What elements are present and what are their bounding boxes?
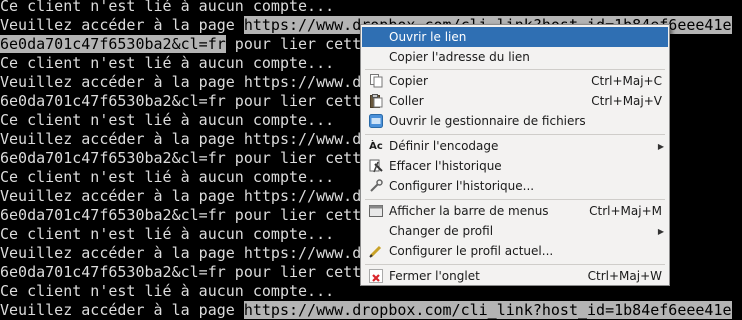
- menu-item-label: Afficher la barre de menus: [389, 204, 549, 218]
- menu-separator: [365, 199, 665, 200]
- menu-item-shortcut: Ctrl+Maj+M: [589, 204, 662, 218]
- menu-item-label: Copier: [389, 74, 428, 88]
- encoding-icon: Àc: [369, 140, 383, 152]
- menu-item-label: Fermer l'onglet: [389, 269, 480, 283]
- configure-profile-icon: [369, 244, 383, 258]
- file-manager-icon: [369, 114, 383, 128]
- menu-item-open-file-manager[interactable]: Ouvrir le gestionnaire de fichiers: [362, 111, 668, 131]
- menu-item-copy[interactable]: Copier Ctrl+Maj+C: [362, 71, 668, 91]
- menu-item-copy-link-address[interactable]: Copier l'adresse du lien: [362, 47, 668, 67]
- menu-item-label: Définir l'encodage: [389, 139, 499, 153]
- line-text: Veuillez accéder à la page: [0, 16, 244, 34]
- menu-item-label: Configurer l'historique...: [389, 179, 535, 193]
- menu-separator: [365, 264, 665, 265]
- context-menu: Ouvrir le lien Copier l'adresse du lien …: [360, 24, 670, 286]
- terminal-line: Ce client n'est lié à aucun compte...: [0, 0, 335, 15]
- menu-separator: [365, 134, 665, 135]
- line-text: pour lier cett: [225, 35, 362, 53]
- menu-item-switch-profile[interactable]: Changer de profil ▶: [362, 221, 668, 241]
- menu-item-configure-history[interactable]: Configurer l'historique...: [362, 176, 668, 196]
- hovered-link[interactable]: 6e0da701c47f6530ba2&cl=fr: [0, 35, 226, 53]
- menu-item-show-menubar[interactable]: Afficher la barre de menus Ctrl+Maj+M: [362, 201, 668, 221]
- submenu-arrow-icon: ▶: [657, 141, 664, 151]
- clear-history-icon: [369, 159, 383, 173]
- submenu-arrow-icon: ▶: [657, 226, 664, 236]
- paste-icon: [369, 94, 383, 108]
- menubar-icon: [369, 204, 383, 218]
- menu-item-shortcut: Ctrl+Maj+C: [591, 74, 662, 88]
- menu-separator: [365, 69, 665, 70]
- menu-item-set-encoding[interactable]: Àc Définir l'encodage ▶: [362, 136, 668, 156]
- menu-item-label: Copier l'adresse du lien: [389, 50, 530, 64]
- menu-item-label: Changer de profil: [389, 224, 494, 238]
- menu-item-shortcut: Ctrl+Maj+W: [587, 269, 662, 283]
- hovered-link[interactable]: https://www.dropbox.com/cli_link?host_id…: [243, 301, 732, 319]
- menu-item-open-link[interactable]: Ouvrir le lien: [362, 27, 668, 47]
- menu-item-label: Configurer le profil actuel...: [389, 244, 554, 258]
- configure-history-icon: [369, 179, 383, 193]
- menu-item-label: Ouvrir le gestionnaire de fichiers: [389, 114, 586, 128]
- menu-item-shortcut: Ctrl+Maj+V: [591, 94, 662, 108]
- terminal-line: Veuillez accéder à la page https://www.d…: [0, 301, 742, 320]
- menu-item-clear-history[interactable]: Effacer l'historique: [362, 156, 668, 176]
- close-tab-icon: [369, 269, 383, 283]
- menu-item-label: Effacer l'historique: [389, 159, 502, 173]
- menu-item-paste[interactable]: Coller Ctrl+Maj+V: [362, 91, 668, 111]
- copy-icon: [369, 74, 383, 88]
- menu-item-close-tab[interactable]: Fermer l'onglet Ctrl+Maj+W: [362, 266, 668, 286]
- line-text: Veuillez accéder à la page: [0, 301, 244, 319]
- menu-item-configure-profile[interactable]: Configurer le profil actuel...: [362, 241, 668, 261]
- menu-item-label: Ouvrir le lien: [389, 30, 467, 44]
- menu-item-label: Coller: [389, 94, 424, 108]
